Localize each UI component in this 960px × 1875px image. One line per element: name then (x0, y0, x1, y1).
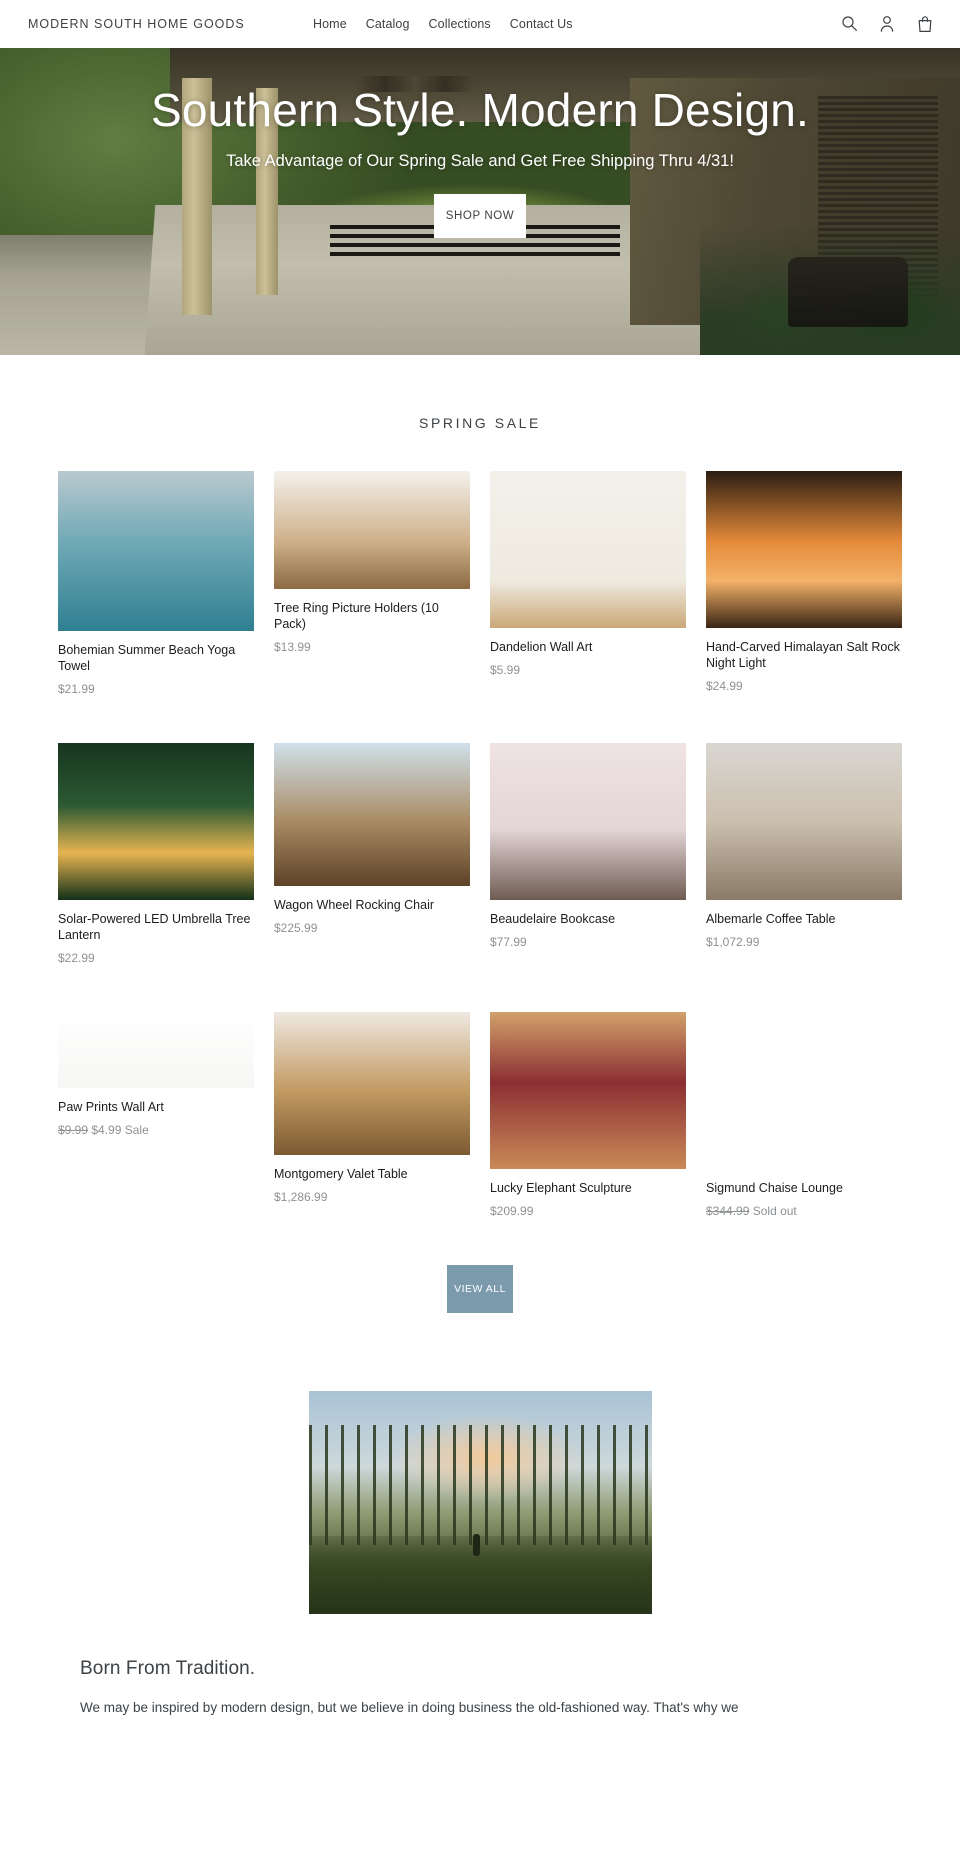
product-card[interactable]: Wagon Wheel Rocking Chair $225.99 (274, 743, 470, 970)
product-price: $9.99 $4.99 Sale (58, 1122, 254, 1138)
product-price: $77.99 (490, 934, 686, 950)
product-price-current: $13.99 (274, 640, 311, 654)
product-card[interactable]: Beaudelaire Bookcase $77.99 (490, 743, 686, 970)
collection-title: SPRING SALE (419, 415, 541, 431)
product-price: $344.99 Sold out (706, 1203, 902, 1219)
product-price-current: $209.99 (490, 1204, 534, 1218)
product-price-current: $24.99 (706, 679, 743, 693)
product-title[interactable]: Dandelion Wall Art (490, 639, 686, 655)
view-all-button[interactable]: VIEW ALL (447, 1265, 513, 1313)
product-image[interactable] (490, 743, 686, 900)
product-price: $1,286.99 (274, 1189, 470, 1205)
product-price: $209.99 (490, 1203, 686, 1219)
story-body: We may be inspired by modern design, but… (80, 1700, 739, 1715)
product-image[interactable] (58, 1012, 254, 1088)
product-price: $13.99 (274, 639, 470, 655)
site-header: MODERN SOUTH HOME GOODS Home Catalog Col… (0, 0, 960, 48)
story-heading: Born From Tradition. (80, 1658, 256, 1679)
site-logo[interactable]: MODERN SOUTH HOME GOODS (28, 17, 258, 32)
nav-item-contact-us[interactable]: Contact Us (510, 17, 573, 31)
product-title[interactable]: Sigmund Chaise Lounge (706, 1180, 902, 1196)
product-title[interactable]: Montgomery Valet Table (274, 1166, 470, 1182)
product-price: $225.99 (274, 920, 470, 936)
product-image[interactable] (58, 743, 254, 900)
product-price-original: $344.99 (706, 1204, 750, 1218)
product-card[interactable]: Bohemian Summer Beach Yoga Towel $21.99 (58, 471, 254, 701)
product-price-original: $9.99 (58, 1123, 89, 1137)
product-image[interactable] (706, 471, 902, 628)
product-image[interactable] (58, 471, 254, 631)
product-image[interactable] (274, 471, 470, 589)
hero-subtitle: Take Advantage of Our Spring Sale and Ge… (226, 152, 734, 170)
product-image[interactable] (706, 1012, 902, 1169)
product-price: $5.99 (490, 662, 686, 678)
product-title[interactable]: Bohemian Summer Beach Yoga Towel (58, 642, 254, 674)
shop-now-button[interactable]: SHOP NOW (434, 194, 526, 238)
search-icon[interactable] (841, 15, 858, 34)
product-title[interactable]: Tree Ring Picture Holders (10 Pack) (274, 600, 470, 632)
spring-sale-collection: SPRING SALE Bohemian Summer Beach Yoga T… (0, 355, 960, 1313)
product-status-badge: Sale (124, 1123, 149, 1137)
product-price: $24.99 (706, 678, 902, 694)
product-card[interactable]: Tree Ring Picture Holders (10 Pack) $13.9… (274, 471, 470, 701)
main-navigation: Home Catalog Collections Contact Us (313, 17, 573, 31)
product-image[interactable] (274, 743, 470, 886)
nav-item-catalog[interactable]: Catalog (366, 17, 410, 31)
hero-banner: Southern Style. Modern Design. Take Adva… (0, 48, 960, 355)
product-price: $22.99 (58, 950, 254, 966)
product-price-current: $225.99 (274, 921, 318, 935)
product-image[interactable] (274, 1012, 470, 1155)
product-title[interactable]: Beaudelaire Bookcase (490, 911, 686, 927)
product-title[interactable]: Lucky Elephant Sculpture (490, 1180, 686, 1196)
product-price: $1,072.99 (706, 934, 902, 950)
product-card[interactable]: Albemarle Coffee Table $1,072.99 (706, 743, 902, 970)
product-price-current: $1,286.99 (274, 1190, 328, 1204)
product-card[interactable]: Dandelion Wall Art $5.99 (490, 471, 686, 701)
product-price-current: $22.99 (58, 951, 95, 965)
account-icon[interactable] (879, 15, 896, 34)
view-all-wrapper: VIEW ALL (0, 1265, 960, 1313)
header-icon-group (841, 15, 934, 34)
product-status-badge: Sold out (752, 1204, 797, 1218)
product-price: $21.99 (58, 681, 254, 697)
product-image[interactable] (490, 471, 686, 628)
product-grid: Bohemian Summer Beach Yoga Towel $21.99 T… (58, 471, 902, 1223)
product-card[interactable]: Lucky Elephant Sculpture $209.99 (490, 1012, 686, 1223)
nav-item-home[interactable]: Home (313, 17, 347, 31)
product-title[interactable]: Hand-Carved Himalayan Salt Rock Night Li… (706, 639, 902, 671)
product-price-current: $5.99 (490, 663, 521, 677)
product-price-current: $77.99 (490, 935, 527, 949)
product-price-current: $21.99 (58, 682, 95, 696)
product-price-current: $4.99 (91, 1123, 122, 1137)
product-image[interactable] (706, 743, 902, 900)
product-title[interactable]: Wagon Wheel Rocking Chair (274, 897, 470, 913)
product-title[interactable]: Albemarle Coffee Table (706, 911, 902, 927)
feature-image (308, 1391, 652, 1614)
product-card[interactable]: Paw Prints Wall Art $9.99 $4.99 Sale (58, 1012, 254, 1223)
grid-row-spacer (58, 970, 902, 1012)
hero-title: Southern Style. Modern Design. (150, 84, 810, 136)
nav-item-collections[interactable]: Collections (429, 17, 491, 31)
product-title[interactable]: Paw Prints Wall Art (58, 1099, 254, 1115)
grid-row-spacer (58, 701, 902, 743)
product-card[interactable]: Solar-Powered LED Umbrella Tree Lantern $… (58, 743, 254, 970)
product-card[interactable]: Hand-Carved Himalayan Salt Rock Night Li… (706, 471, 902, 701)
product-card[interactable]: Sigmund Chaise Lounge $344.99 Sold out (706, 1012, 902, 1223)
cart-icon[interactable] (917, 15, 934, 34)
product-title[interactable]: Solar-Powered LED Umbrella Tree Lantern (58, 911, 254, 943)
story-section: Born From Tradition. We may be inspired … (80, 1658, 880, 1749)
hero-content: Southern Style. Modern Design. Take Adva… (0, 48, 960, 355)
product-image[interactable] (490, 1012, 686, 1169)
feature-image-section (308, 1391, 652, 1614)
product-price-current: $1,072.99 (706, 935, 760, 949)
product-card[interactable]: Montgomery Valet Table $1,286.99 (274, 1012, 470, 1223)
